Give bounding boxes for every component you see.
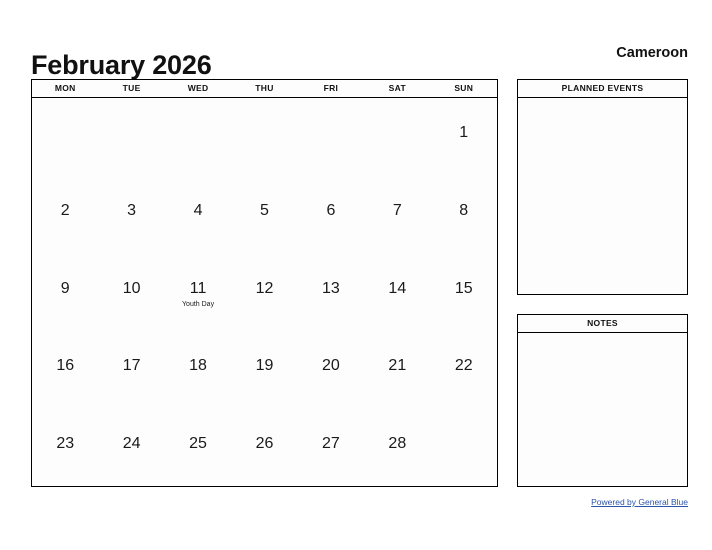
day-cell-19[interactable]: 19 — [231, 331, 297, 409]
day-number: 20 — [322, 357, 340, 375]
day-cell-8[interactable]: 8 — [431, 176, 497, 254]
day-number: 16 — [56, 357, 75, 375]
day-cell-28[interactable]: 28 — [364, 409, 430, 487]
day-cell-16[interactable]: 16 — [32, 331, 98, 409]
weekday-header-fri: FRI — [323, 83, 339, 93]
day-cell-21[interactable]: 21 — [364, 331, 430, 409]
powered-by-link[interactable]: Powered by General Blue — [591, 496, 688, 508]
day-number: 3 — [127, 201, 137, 219]
day-number: 22 — [454, 357, 473, 375]
week-row: 16 17 18 19 20 21 22 — [32, 331, 497, 409]
day-number: 15 — [454, 279, 473, 297]
day-number: 26 — [255, 435, 274, 453]
day-cell-10[interactable]: 10 — [98, 254, 164, 332]
day-cell-17[interactable]: 17 — [98, 331, 164, 409]
day-number: 19 — [255, 357, 274, 375]
day-number: 25 — [189, 435, 207, 453]
day-cell-empty — [231, 98, 297, 176]
page-title: February 2026 — [31, 50, 212, 81]
week-row: 2 3 4 5 6 7 8 — [32, 176, 497, 254]
day-number: 1 — [459, 124, 469, 141]
day-cell-3[interactable]: 3 — [98, 176, 164, 254]
day-cell-22[interactable]: 22 — [431, 331, 497, 409]
planned-events-body[interactable] — [518, 98, 687, 294]
day-number: 10 — [122, 279, 141, 297]
weekday-header-mon: MON — [54, 83, 76, 93]
day-cell-empty — [165, 98, 231, 176]
planned-events-title: PLANNED EVENTS — [518, 80, 687, 98]
day-number: 5 — [260, 201, 269, 219]
day-number: 27 — [322, 435, 340, 453]
day-cell-5[interactable]: 5 — [231, 176, 297, 254]
day-number: 11 — [189, 279, 207, 297]
day-cell-15[interactable]: 15 — [431, 254, 497, 332]
day-cell-2[interactable]: 2 — [32, 176, 98, 254]
notes-panel: NOTES — [517, 314, 688, 487]
weekday-header-tue: TUE — [122, 83, 141, 93]
day-cell-14[interactable]: 14 — [364, 254, 430, 332]
day-number: 8 — [459, 201, 469, 219]
day-cell-26[interactable]: 26 — [231, 409, 297, 487]
day-cell-20[interactable]: 20 — [298, 331, 364, 409]
day-cell-23[interactable]: 23 — [32, 409, 98, 487]
day-cell-18[interactable]: 18 — [165, 331, 231, 409]
day-number: 28 — [388, 435, 407, 453]
notes-title: NOTES — [518, 315, 687, 333]
day-cell-empty — [364, 98, 430, 176]
calendar-weeks: 1 2 3 4 5 6 7 8 9 10 11 Youth Day 12 13 14 15 16 17 18 19 20… — [32, 98, 497, 487]
day-cell-empty — [431, 409, 497, 487]
weekday-header-wed: WED — [187, 83, 209, 93]
day-cell-6[interactable]: 6 — [298, 176, 364, 254]
day-cell-12[interactable]: 12 — [231, 254, 297, 332]
day-cell-27[interactable]: 27 — [298, 409, 364, 487]
notes-body[interactable] — [518, 333, 687, 486]
day-number: 18 — [189, 357, 207, 375]
calendar-grid: MON TUE WED THU FRI SAT SUN 1 2 3 4 5 6 7 8 9 10 11 Youth… — [31, 79, 498, 487]
day-number: 14 — [388, 279, 407, 297]
day-number: 7 — [392, 201, 402, 219]
day-cell-9[interactable]: 9 — [32, 254, 98, 332]
weekday-header-sun: SUN — [454, 83, 474, 93]
weekday-header-thu: THU — [255, 83, 274, 93]
weekday-header-sat: SAT — [388, 83, 406, 93]
week-row: 1 — [32, 98, 497, 176]
day-number: 4 — [193, 201, 203, 219]
day-cell-1[interactable]: 1 — [431, 98, 497, 176]
day-cell-11[interactable]: 11 Youth Day — [165, 254, 231, 332]
day-cell-24[interactable]: 24 — [98, 409, 164, 487]
week-row: 9 10 11 Youth Day 12 13 14 15 — [32, 254, 497, 332]
day-cell-13[interactable]: 13 — [298, 254, 364, 332]
day-event-label: Youth Day — [182, 300, 215, 308]
day-number: 17 — [122, 357, 141, 375]
day-number: 23 — [56, 435, 75, 453]
day-cell-empty — [298, 98, 364, 176]
weekday-header-row: MON TUE WED THU FRI SAT SUN — [32, 80, 497, 98]
day-cell-7[interactable]: 7 — [364, 176, 430, 254]
day-cell-25[interactable]: 25 — [165, 409, 231, 487]
day-number: 13 — [322, 279, 340, 297]
day-number: 12 — [255, 279, 274, 297]
country-label: Cameroon — [616, 45, 688, 61]
week-row: 23 24 25 26 27 28 — [32, 409, 497, 487]
day-cell-empty — [98, 98, 164, 176]
day-number: 9 — [60, 279, 70, 297]
day-number: 24 — [122, 435, 141, 453]
day-number: 21 — [388, 357, 407, 375]
day-number: 6 — [326, 201, 336, 219]
day-number: 2 — [60, 201, 70, 219]
planned-events-panel: PLANNED EVENTS — [517, 79, 688, 295]
day-cell-empty — [32, 98, 98, 176]
day-cell-4[interactable]: 4 — [165, 176, 231, 254]
